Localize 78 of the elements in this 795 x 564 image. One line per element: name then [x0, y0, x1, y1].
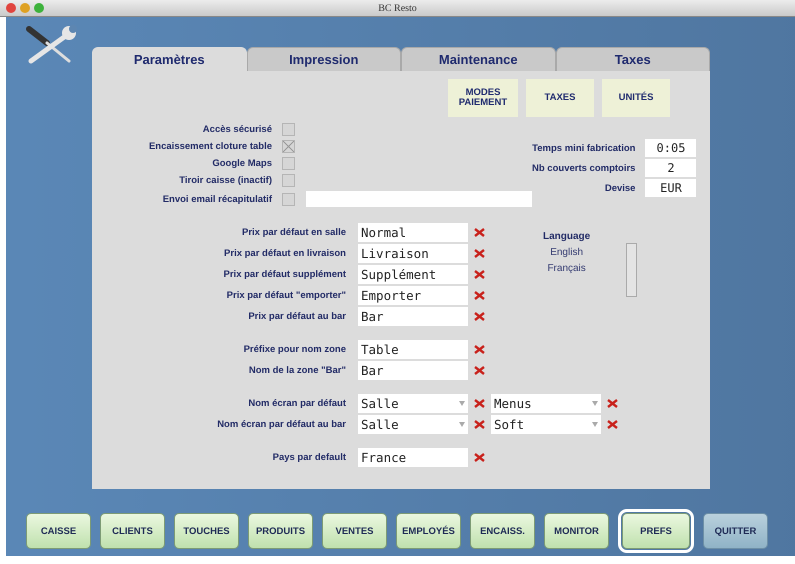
window-title: BC Resto — [378, 2, 417, 14]
input-field[interactable]: 2 — [645, 159, 696, 177]
cross-icon[interactable] — [474, 291, 485, 300]
checkbox-label: Google Maps — [211, 158, 272, 169]
field-label: Préfixe pour nom zone — [242, 344, 346, 355]
input-field[interactable]: Bar — [358, 307, 468, 326]
checkbox[interactable] — [282, 192, 295, 206]
cross-icon[interactable] — [474, 420, 485, 429]
input-field[interactable]: Supplément — [358, 265, 468, 284]
email-field[interactable] — [306, 191, 532, 207]
option-button[interactable]: TAXES — [526, 79, 594, 117]
nav-button[interactable]: PRODUITS — [248, 513, 313, 549]
checkbox[interactable] — [282, 140, 295, 153]
cross-icon[interactable] — [474, 228, 485, 237]
cross-icon[interactable] — [607, 420, 618, 429]
input-field[interactable]: France — [358, 448, 468, 467]
checkbox-label: Encaissement cloture table — [148, 141, 272, 152]
field-label: Prix par défaut supplément — [222, 269, 346, 280]
field-label: Prix par défaut "emporter" — [226, 290, 346, 301]
input-field[interactable]: Table — [358, 340, 468, 359]
field-label: Prix par défaut au bar — [247, 311, 346, 322]
language-option[interactable]: English — [550, 247, 584, 258]
nav-button[interactable]: CAISSE — [26, 513, 91, 549]
field-label: Nom écran par défaut au bar — [216, 419, 346, 430]
input-field[interactable]: Emporter — [358, 286, 468, 305]
option-button[interactable]: MODES PAIEMENT — [448, 79, 518, 117]
cross-icon[interactable] — [607, 399, 618, 408]
checkbox[interactable] — [282, 157, 295, 170]
cross-icon[interactable] — [474, 453, 485, 462]
field-label: Prix par défaut en livraison — [223, 248, 346, 259]
tab[interactable]: Taxes — [556, 47, 710, 71]
cross-icon[interactable] — [474, 312, 485, 321]
close-button[interactable] — [6, 3, 16, 13]
dropdown[interactable]: Menus — [491, 394, 601, 413]
nav-button[interactable]: VENTES — [322, 513, 387, 549]
checkbox-label: Envoi email récapitulatif — [162, 194, 272, 204]
caret-icon — [592, 401, 598, 406]
tab[interactable]: Paramètres — [92, 47, 246, 71]
caret-icon — [592, 422, 598, 427]
nav-button[interactable]: TOUCHES — [174, 513, 239, 549]
input-field[interactable]: 0:05 — [645, 139, 696, 157]
input-field[interactable]: EUR — [645, 179, 696, 197]
option-button[interactable]: UNITÉS — [602, 79, 670, 117]
nav-button[interactable]: CLIENTS — [100, 513, 165, 549]
setting-label: Temps mini fabrication — [532, 142, 636, 154]
cross-icon[interactable] — [474, 270, 485, 279]
checkbox-label: Accès sécurisé — [202, 124, 272, 135]
language-option[interactable]: Français — [547, 263, 586, 274]
field-label: Pays par default — [272, 452, 346, 463]
field-label: Prix par défaut en salle — [240, 227, 346, 238]
language-heading: Language — [543, 231, 590, 242]
dropdown[interactable]: Soft — [491, 415, 601, 434]
nav-button[interactable]: QUITTER — [703, 513, 768, 549]
checkbox-label: Tiroir caisse (inactif) — [178, 175, 272, 186]
tab[interactable]: Maintenance — [401, 47, 556, 71]
nav-button[interactable]: EMPLOYÉS — [396, 513, 461, 549]
cross-icon[interactable] — [474, 249, 485, 258]
cross-icon[interactable] — [474, 345, 485, 354]
input-field[interactable]: Livraison — [358, 244, 468, 263]
input-field[interactable]: Bar — [358, 361, 468, 380]
nav-button[interactable]: ENCAISS. — [470, 513, 535, 549]
cross-icon[interactable] — [474, 366, 485, 375]
scrollbar[interactable] — [626, 243, 638, 297]
setting-label: Devise — [604, 182, 636, 194]
zoom-button[interactable] — [34, 3, 44, 13]
caret-icon — [459, 422, 465, 427]
nav-button[interactable]: MONITOR — [544, 513, 609, 549]
field-label: Nom de la zone "Bar" — [248, 365, 346, 376]
input-field[interactable]: Normal — [358, 223, 468, 242]
dropdown[interactable]: Salle — [358, 415, 468, 434]
tab[interactable]: Impression — [246, 47, 401, 71]
dropdown[interactable]: Salle — [358, 394, 468, 413]
setting-label: Nb couverts comptoirs — [532, 162, 636, 174]
field-label: Nom écran par défaut — [247, 398, 346, 409]
cross-icon[interactable] — [474, 399, 485, 408]
caret-icon — [459, 401, 465, 406]
checkbox[interactable] — [282, 174, 295, 187]
checkbox[interactable] — [282, 123, 295, 136]
